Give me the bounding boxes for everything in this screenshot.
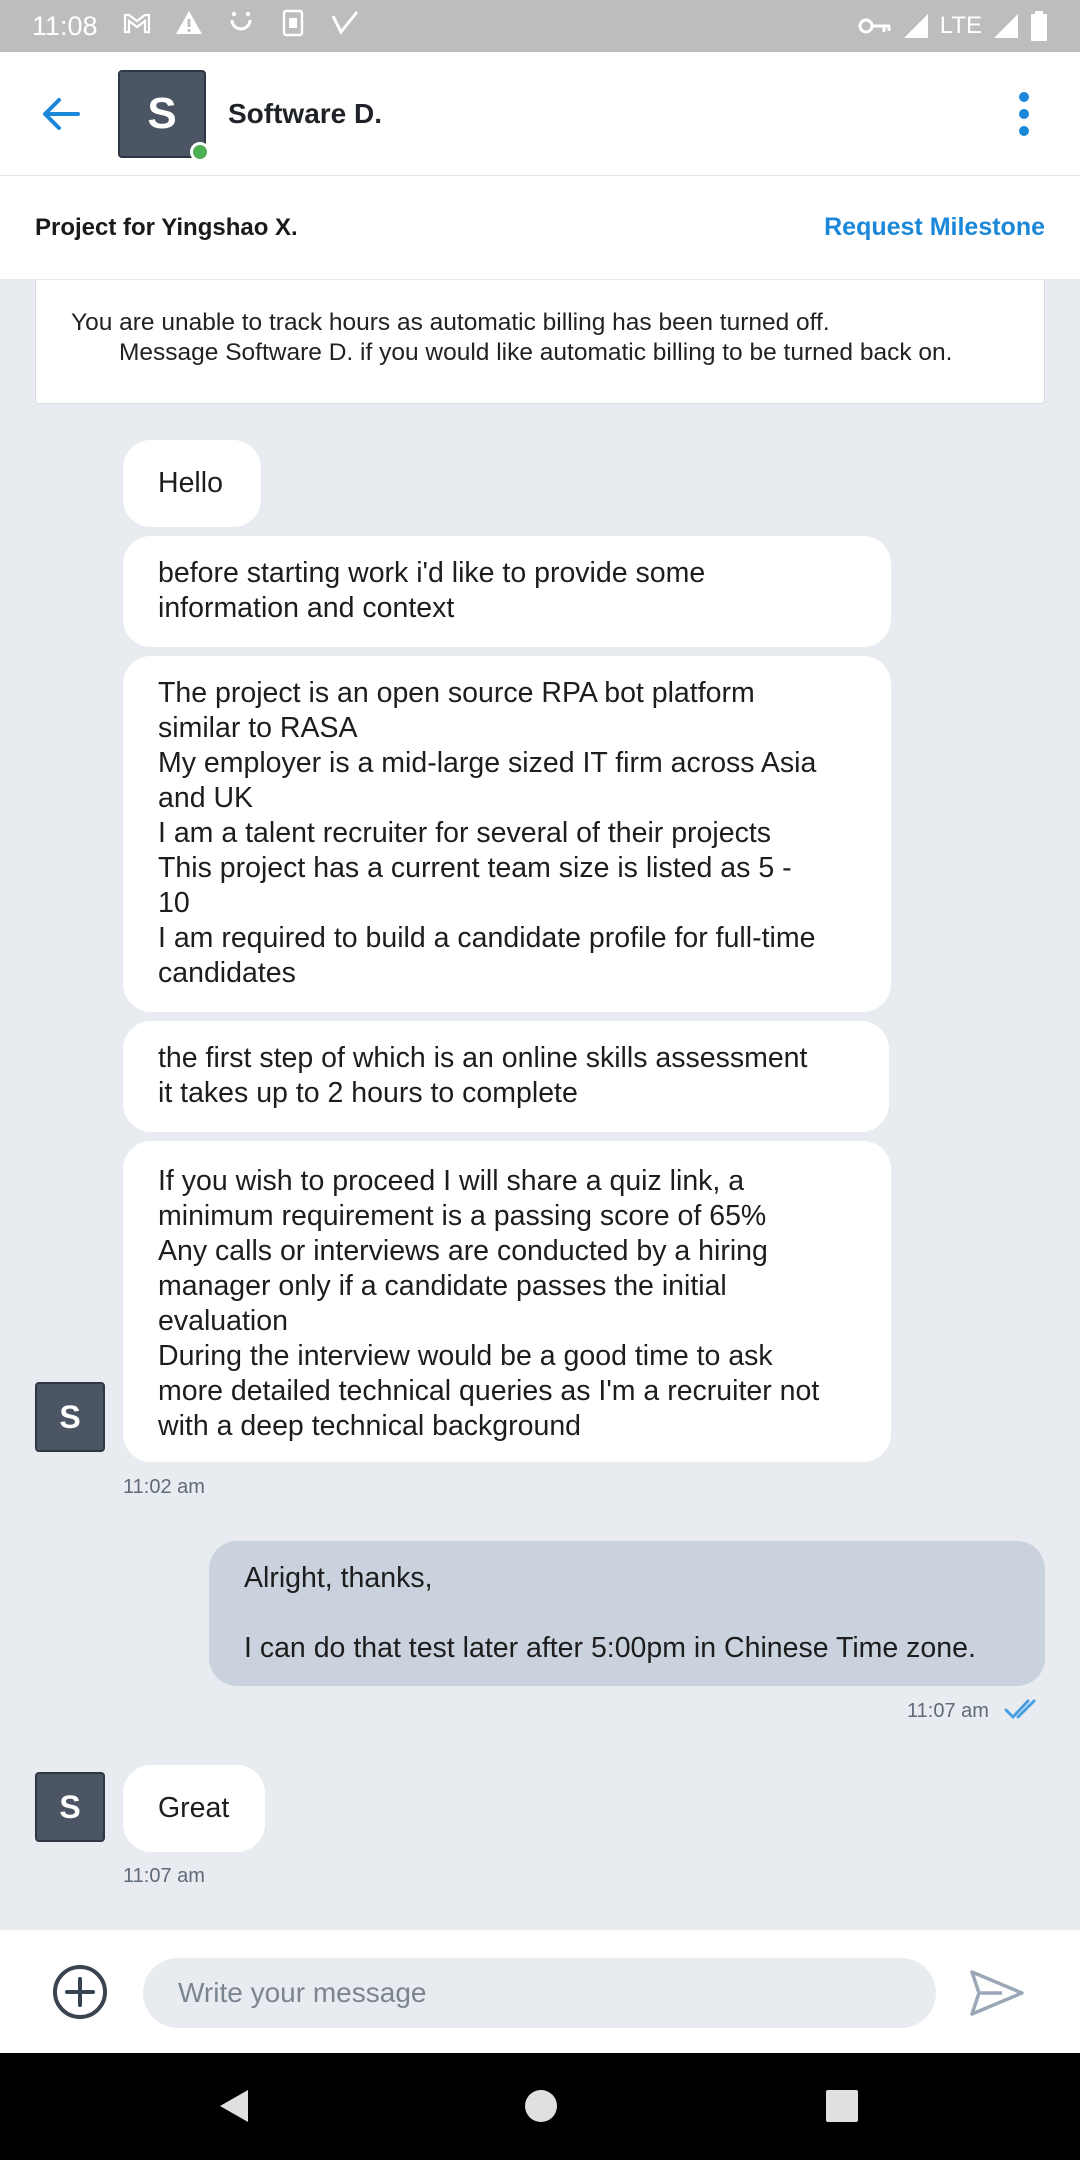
message-text: with a deep technical background	[158, 1410, 582, 1442]
message-text: I am required to build a candidate profi…	[158, 922, 816, 954]
nav-back-button[interactable]	[214, 2086, 254, 2126]
message-text: I am a talent recruiter for several of t…	[158, 817, 772, 849]
nav-home-button[interactable]	[521, 2086, 561, 2126]
status-time: 11:08	[32, 10, 98, 41]
message-timestamp: 11:02 am	[123, 1476, 205, 1498]
send-button[interactable]	[968, 1968, 1028, 2018]
contact-name[interactable]: Software D.	[228, 98, 382, 130]
avatar-letter: S	[147, 88, 177, 138]
message-text: Great	[158, 1792, 230, 1824]
billing-notice: You are unable to track hours as automat…	[35, 280, 1045, 404]
online-indicator	[190, 141, 210, 162]
project-title: Project for Yingshao X.	[35, 213, 298, 241]
message-text: If you wish to proceed I will share a qu…	[158, 1165, 745, 1197]
send-icon	[970, 1970, 1024, 2016]
notice-line: Message Software D. if you would like au…	[119, 339, 953, 366]
message-text: evaluation	[158, 1305, 288, 1337]
message-timestamp: 11:07 am	[907, 1700, 989, 1722]
request-milestone-button[interactable]: Request Milestone	[824, 213, 1045, 242]
message-text: Alright, thanks,	[244, 1562, 433, 1594]
sender-avatar[interactable]: S	[35, 1382, 105, 1452]
message-text: similar to RASA	[158, 712, 358, 744]
chat-header: S Software D.	[0, 52, 1080, 176]
message-text: candidates	[158, 957, 296, 989]
composer-bar	[0, 1930, 1080, 2053]
vpn-key-icon	[858, 15, 892, 37]
incoming-message[interactable]: The project is an open source RPA bot pl…	[123, 656, 891, 1012]
arrow-left-icon	[43, 97, 80, 130]
status-bar: 11:08 LTE	[0, 0, 1080, 52]
square-recents-icon	[826, 2090, 858, 2122]
message-text: My employer is a mid-large sized IT firm…	[158, 747, 817, 779]
message-text: more detailed technical queries as I'm a…	[158, 1375, 820, 1407]
message-text: The project is an open source RPA bot pl…	[158, 677, 755, 709]
message-text	[244, 1596, 1010, 1631]
incoming-message[interactable]: before starting work i'd like to provide…	[123, 536, 891, 647]
more-vertical-icon	[1019, 91, 1029, 136]
overflow-menu-button[interactable]	[1004, 79, 1044, 149]
signal-icon	[902, 12, 930, 40]
contact-avatar[interactable]: S	[118, 69, 210, 162]
gmail-icon	[122, 8, 152, 45]
incoming-message[interactable]: Hello	[123, 440, 261, 527]
message-text: I can do that test later after 5:00pm in…	[244, 1632, 976, 1664]
battery-icon	[1030, 11, 1048, 41]
message-text: and UK	[158, 782, 254, 814]
message-text: Hello	[158, 467, 223, 499]
message-input[interactable]	[143, 1958, 936, 2028]
message-text: information and context	[158, 592, 455, 624]
message-text: minimum requirement is a passing score o…	[158, 1200, 767, 1232]
message-text: before starting work i'd like to provide…	[158, 557, 706, 589]
project-bar: Project for Yingshao X. Request Mileston…	[0, 176, 1080, 280]
avatar-letter: S	[59, 1788, 81, 1825]
add-attachment-button[interactable]	[50, 1962, 110, 2022]
outgoing-message[interactable]: Alright, thanks, I can do that test late…	[209, 1541, 1045, 1686]
circle-home-icon	[525, 2090, 557, 2122]
incoming-message[interactable]: the first step of which is an online ski…	[123, 1021, 889, 1132]
notice-line: You are unable to track hours as automat…	[71, 309, 830, 336]
network-type: LTE	[939, 12, 982, 39]
incoming-message[interactable]: If you wish to proceed I will share a qu…	[123, 1141, 891, 1462]
warning-icon	[174, 8, 204, 45]
message-text: Any calls or interviews are conducted by…	[158, 1235, 768, 1267]
signal-icon	[992, 12, 1020, 40]
message-text: the first step of which is an online ski…	[158, 1042, 808, 1074]
message-text: This project has a current team size is …	[158, 852, 792, 884]
system-nav-bar	[0, 2053, 1080, 2160]
message-text: manager only if a candidate passes the i…	[158, 1270, 727, 1302]
message-timestamp: 11:07 am	[123, 1865, 205, 1887]
back-button[interactable]	[26, 79, 96, 149]
message-text: During the interview would be a good tim…	[158, 1340, 773, 1372]
nav-recents-button[interactable]	[822, 2086, 862, 2126]
plus-circle-icon	[53, 1965, 107, 2019]
face-icon	[226, 8, 256, 45]
sender-avatar[interactable]: S	[35, 1772, 105, 1842]
triangle-back-icon	[220, 2090, 248, 2122]
read-receipt-icon	[1004, 1697, 1044, 1726]
message-text: it takes up to 2 hours to complete	[158, 1077, 578, 1109]
sim-icon	[278, 8, 308, 45]
avatar-letter: S	[59, 1398, 81, 1435]
message-text: 10	[158, 887, 190, 919]
incoming-message[interactable]: Great	[123, 1765, 265, 1852]
check-icon	[330, 8, 360, 45]
